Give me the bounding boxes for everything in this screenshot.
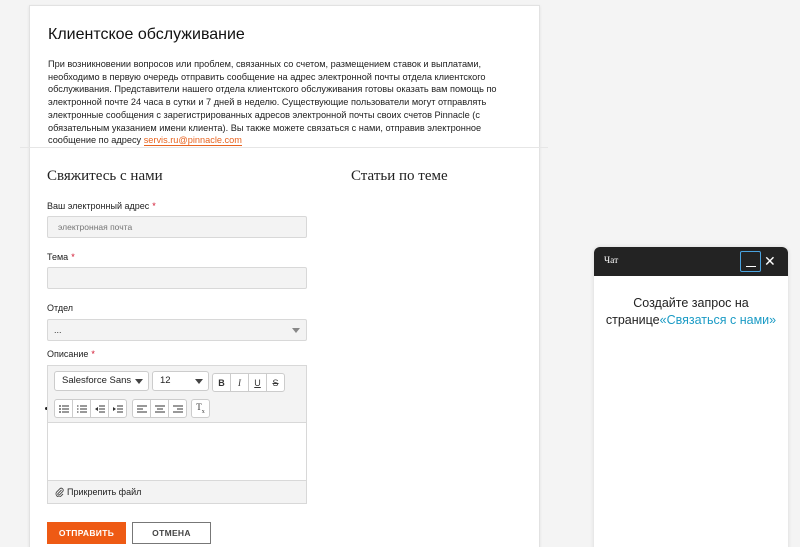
chevron-down-icon <box>135 379 143 384</box>
chat-title: Чат <box>604 256 619 266</box>
related-articles-heading: Статьи по теме <box>351 168 448 184</box>
subject-label: Тема * <box>47 252 75 262</box>
rich-text-editor: Salesforce Sans 12 B I U S Tx Прикрепить… <box>47 365 307 504</box>
text-style-group: B I U S <box>212 373 285 392</box>
font-size-value: 12 <box>160 375 171 386</box>
section-divider <box>20 147 548 148</box>
align-center-icon <box>154 405 165 412</box>
chat-header: Чат ✕ <box>594 247 788 276</box>
align-center-button[interactable] <box>150 399 169 418</box>
font-family-dropdown[interactable]: Salesforce Sans <box>54 371 149 391</box>
paperclip-icon <box>55 487 64 497</box>
chat-message-line1: Создайте запрос на <box>633 296 749 310</box>
chat-message-line2: странице«Связаться с нами» <box>602 312 780 329</box>
bold-icon: B <box>218 377 225 388</box>
info-paragraph: При возникновении вопросов или проблем, … <box>48 59 497 146</box>
align-left-icon <box>136 405 147 412</box>
underline-icon: U <box>254 377 261 388</box>
required-mark: * <box>152 201 156 211</box>
info-text: При возникновении вопросов или проблем, … <box>48 58 521 147</box>
info-section: Клиентское обслуживание При возникновени… <box>30 6 539 149</box>
department-select-value: ... <box>54 325 62 335</box>
chat-message-prefix: странице <box>605 313 660 327</box>
indent-icon <box>112 405 123 412</box>
attach-file-button[interactable]: Прикрепить файл <box>48 480 306 503</box>
clear-format-group: Tx <box>191 399 210 418</box>
description-label-text: Описание <box>47 349 89 359</box>
contact-us-link[interactable]: «Связаться с нами» <box>660 313 777 327</box>
outdent-icon <box>94 405 105 412</box>
department-label: Отдел <box>47 303 74 313</box>
minimize-icon[interactable] <box>740 251 761 272</box>
chat-message: Создайте запрос на странице«Связаться с … <box>594 295 788 329</box>
underline-button[interactable]: U <box>248 373 267 392</box>
close-icon[interactable]: ✕ <box>764 253 776 269</box>
numbered-list-icon <box>76 405 87 412</box>
strikethrough-button[interactable]: S <box>266 373 285 392</box>
email-label: Ваш электронный адрес * <box>47 201 156 211</box>
email-label-text: Ваш электронный адрес <box>47 201 150 211</box>
clear-formatting-icon: Tx <box>196 402 205 415</box>
attach-file-label: Прикрепить файл <box>67 487 142 497</box>
clear-formatting-button[interactable]: Tx <box>191 399 210 418</box>
subject-field[interactable] <box>47 267 307 289</box>
align-group <box>132 399 187 418</box>
cancel-button[interactable]: ОТМЕНА <box>132 522 211 544</box>
chat-widget: Чат ✕ Создайте запрос на странице«Связат… <box>594 247 788 547</box>
list-indent-group <box>54 399 127 418</box>
department-select[interactable]: ... <box>47 319 307 341</box>
italic-icon: I <box>238 377 241 388</box>
required-mark: * <box>91 349 95 359</box>
font-size-dropdown[interactable]: 12 <box>152 371 209 391</box>
chevron-down-icon <box>292 328 300 333</box>
align-right-icon <box>172 405 183 412</box>
page-title: Клиентское обслуживание <box>48 26 245 43</box>
chevron-down-icon <box>195 379 203 384</box>
outdent-button[interactable] <box>90 399 109 418</box>
strikethrough-icon: S <box>272 377 279 388</box>
bold-button[interactable]: B <box>212 373 231 392</box>
description-label: Описание * <box>47 349 95 359</box>
description-textarea[interactable] <box>48 423 306 480</box>
subject-label-text: Тема <box>47 252 69 262</box>
align-left-button[interactable] <box>132 399 151 418</box>
submit-button[interactable]: ОТПРАВИТЬ <box>47 522 126 544</box>
email-field[interactable] <box>47 216 307 238</box>
bullet-list-button[interactable] <box>54 399 73 418</box>
required-mark: * <box>71 252 75 262</box>
numbered-list-button[interactable] <box>72 399 91 418</box>
indent-button[interactable] <box>108 399 127 418</box>
font-family-value: Salesforce Sans <box>62 375 132 386</box>
align-right-button[interactable] <box>168 399 187 418</box>
italic-button[interactable]: I <box>230 373 249 392</box>
support-email-link[interactable]: servis.ru@pinnacle.com <box>143 135 242 147</box>
editor-toolbar: Salesforce Sans 12 B I U S Tx <box>48 366 306 423</box>
contact-form-heading: Свяжитесь с нами <box>47 168 163 184</box>
bullet-list-icon <box>58 404 69 413</box>
